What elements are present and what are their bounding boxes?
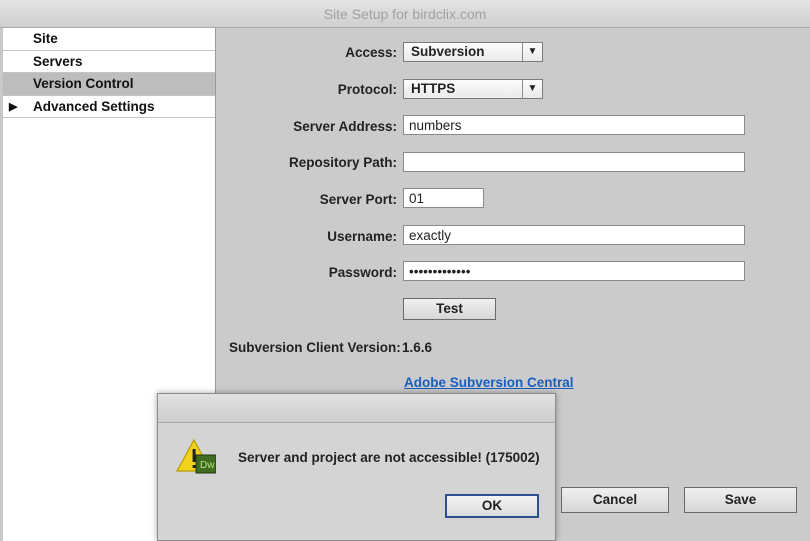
sidebar-item-label: Advanced Settings <box>33 98 155 114</box>
password-field[interactable] <box>403 261 745 281</box>
protocol-label: Protocol: <box>337 82 397 97</box>
ok-button[interactable]: OK <box>445 494 539 518</box>
protocol-select[interactable]: HTTPS ▼ <box>403 79 543 99</box>
server-address-field[interactable] <box>403 115 745 135</box>
sidebar-item-label: Site <box>33 31 58 46</box>
dropdown-arrow-icon: ▼ <box>522 80 542 98</box>
alert-message: Server and project are not accessible! (… <box>238 450 540 465</box>
username-label: Username: <box>327 229 397 244</box>
password-label: Password: <box>328 265 397 280</box>
server-port-field[interactable] <box>403 188 484 208</box>
window-titlebar: Site Setup for birdclix.com <box>0 0 810 28</box>
server-port-label: Server Port: <box>319 192 397 207</box>
sidebar-item-advanced-settings[interactable]: ▶ Advanced Settings <box>3 96 215 118</box>
adobe-subversion-central-link[interactable]: Adobe Subversion Central <box>404 375 574 390</box>
cancel-button[interactable]: Cancel <box>561 487 669 513</box>
sidebar-item-servers[interactable]: Servers <box>3 51 215 73</box>
sidebar-item-version-control[interactable]: Version Control <box>3 73 215 96</box>
sidebar-item-label: Version Control <box>33 76 134 91</box>
warning-icon: Dw <box>176 438 216 474</box>
username-field[interactable] <box>403 225 745 245</box>
save-button[interactable]: Save <box>684 487 797 513</box>
sidebar-item-label: Servers <box>33 53 83 69</box>
repository-path-label: Repository Path: <box>288 155 397 170</box>
disclosure-triangle-icon[interactable]: ▶ <box>9 96 17 118</box>
server-address-label: Server Address: <box>293 119 397 134</box>
client-version-label: Subversion Client Version: <box>229 340 401 355</box>
window-title: Site Setup for birdclix.com <box>323 6 487 22</box>
access-select[interactable]: Subversion ▼ <box>403 42 543 62</box>
test-button[interactable]: Test <box>403 298 496 320</box>
sidebar-item-site[interactable]: Site <box>3 28 215 51</box>
protocol-select-value: HTTPS <box>411 81 456 96</box>
dropdown-arrow-icon: ▼ <box>522 43 542 61</box>
alert-dialog: Dw Server and project are not accessible… <box>157 393 556 541</box>
alert-titlebar <box>158 394 555 423</box>
repository-path-field[interactable] <box>403 152 745 172</box>
access-label: Access: <box>345 45 397 60</box>
dreamweaver-badge: Dw <box>200 460 215 471</box>
access-select-value: Subversion <box>411 44 485 59</box>
client-version-value: 1.6.6 <box>402 340 433 355</box>
